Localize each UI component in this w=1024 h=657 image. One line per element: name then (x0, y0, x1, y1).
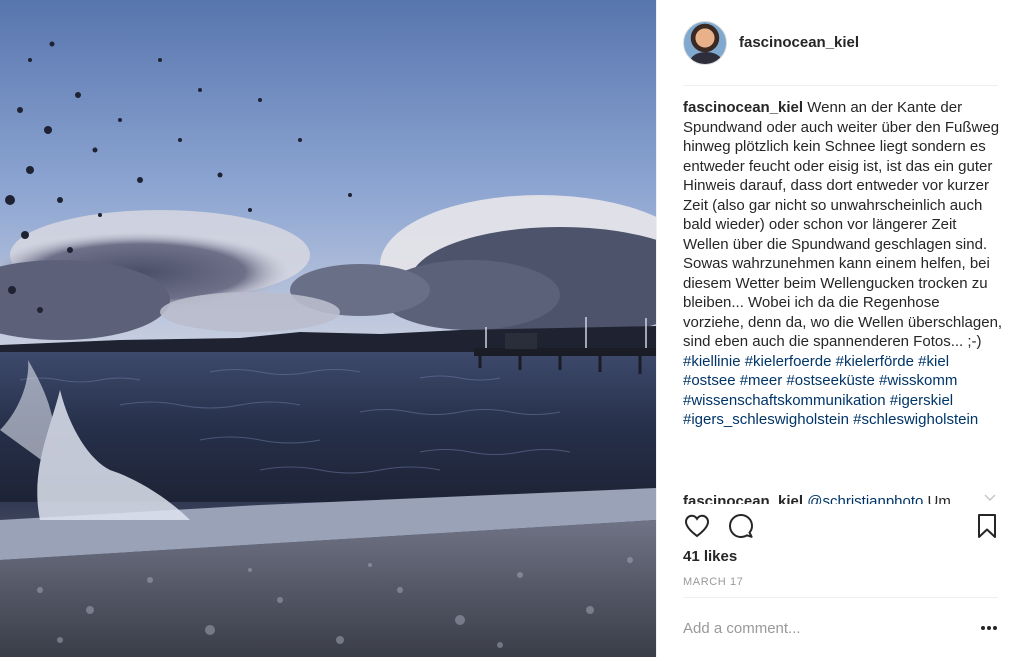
hashtag-link[interactable]: #schleswigholstein (853, 411, 978, 428)
chevron-down-icon[interactable] (983, 492, 997, 502)
avatar-shoulders (690, 52, 722, 64)
avatar[interactable] (683, 21, 727, 65)
post-caption: fascinocean_kiel Wenn an der Kante der S… (683, 98, 1003, 494)
heart-icon[interactable] (683, 512, 711, 540)
hashtag-link[interactable]: #kiellinie (683, 353, 741, 370)
username-link[interactable]: fascinocean_kiel (739, 34, 859, 51)
more-options-icon[interactable] (979, 618, 999, 638)
post-details-panel: fascinocean_kiel fascinocean_kiel Wenn a… (656, 0, 1024, 657)
action-bar (683, 512, 1001, 542)
header-divider (683, 85, 998, 86)
hashtag-link[interactable]: #meer (740, 372, 783, 389)
hashtag-link[interactable]: #wisskomm (879, 372, 957, 389)
hashtag-link[interactable]: #wissenschaftskommunikation (683, 392, 886, 409)
hashtag-link[interactable]: #kiel (918, 353, 949, 370)
post-header: fascinocean_kiel (657, 0, 1024, 86)
likes-count[interactable]: 41 likes (683, 548, 737, 565)
post-photo[interactable] (0, 0, 656, 657)
comment-mention[interactable]: @schristianphoto (807, 493, 923, 504)
hashtag-link[interactable]: #ostseeküste (786, 372, 874, 389)
hashtag-link[interactable]: #igers_schleswigholstein (683, 411, 849, 428)
photo-scene (0, 0, 656, 657)
comment-username[interactable]: fascinocean_kiel (683, 493, 803, 504)
comment-divider (683, 597, 998, 598)
caption-username[interactable]: fascinocean_kiel (683, 99, 803, 116)
comment-text: Um (923, 493, 951, 504)
hashtag-link[interactable]: #ostsee (683, 372, 736, 389)
hashtag-link[interactable]: #kielerförde (836, 353, 914, 370)
comment-row: fascinocean_kiel @schristianphoto Um (683, 492, 973, 504)
comment-icon[interactable] (727, 512, 755, 540)
caption-hashtags: #kiellinie #kielerfoerde #kielerförde #k… (683, 353, 978, 429)
hashtag-link[interactable]: #igerskiel (890, 392, 953, 409)
comment-input[interactable] (683, 610, 963, 646)
bookmark-icon[interactable] (973, 512, 1001, 540)
post-date[interactable]: MARCH 17 (683, 576, 743, 588)
hashtag-link[interactable]: #kielerfoerde (745, 353, 832, 370)
caption-text: Wenn an der Kante der Spundwand oder auc… (683, 99, 1003, 350)
